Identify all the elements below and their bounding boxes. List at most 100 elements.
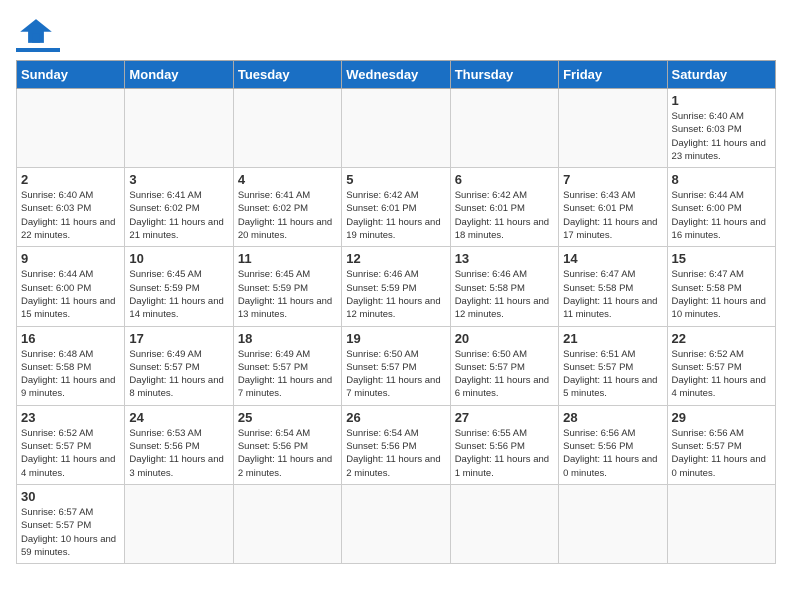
weekday-monday: Monday [125, 61, 233, 89]
day-cell: 10Sunrise: 6:45 AMSunset: 5:59 PMDayligh… [125, 247, 233, 326]
day-number: 29 [672, 410, 771, 425]
day-cell: 4Sunrise: 6:41 AMSunset: 6:02 PMDaylight… [233, 168, 341, 247]
empty-cell [450, 484, 558, 563]
day-info: Sunrise: 6:54 AMSunset: 5:56 PMDaylight:… [346, 427, 445, 480]
day-cell: 8 Sunrise: 6:44 AMSunset: 6:00 PMDaylight… [667, 168, 775, 247]
day-info: Sunrise: 6:41 AMSunset: 6:02 PMDaylight:… [129, 189, 228, 242]
day-number: 3 [129, 172, 228, 187]
day-cell: 14Sunrise: 6:47 AMSunset: 5:58 PMDayligh… [559, 247, 667, 326]
day-cell: 5 Sunrise: 6:42 AMSunset: 6:01 PMDaylight… [342, 168, 450, 247]
day-cell: 21 Sunrise: 6:51 AMSunset: 5:57 PMDayligh… [559, 326, 667, 405]
day-number: 7 [563, 172, 662, 187]
weekday-wednesday: Wednesday [342, 61, 450, 89]
day-info: Sunrise: 6:44 AMSunset: 6:00 PMDaylight:… [21, 268, 120, 321]
day-number: 9 [21, 251, 120, 266]
day-cell: 28 Sunrise: 6:56 AMSunset: 5:56 PMDayligh… [559, 405, 667, 484]
empty-cell [125, 484, 233, 563]
weekday-thursday: Thursday [450, 61, 558, 89]
day-number: 21 [563, 331, 662, 346]
weekday-header-row: SundayMondayTuesdayWednesdayThursdayFrid… [17, 61, 776, 89]
day-cell: 3 Sunrise: 6:41 AMSunset: 6:02 PMDaylight… [125, 168, 233, 247]
calendar-week-row: 2Sunrise: 6:40 AMSunset: 6:03 PMDaylight… [17, 168, 776, 247]
logo-bar [16, 48, 60, 52]
logo-icon [16, 16, 56, 46]
day-info: Sunrise: 6:45 AMSunset: 5:59 PMDaylight:… [238, 268, 337, 321]
day-number: 8 [672, 172, 771, 187]
day-info: Sunrise: 6:46 AMSunset: 5:58 PMDaylight:… [455, 268, 554, 321]
weekday-tuesday: Tuesday [233, 61, 341, 89]
calendar-week-row: 1Sunrise: 6:40 AMSunset: 6:03 PMDaylight… [17, 89, 776, 168]
day-cell: 16Sunrise: 6:48 AMSunset: 5:58 PMDayligh… [17, 326, 125, 405]
day-number: 20 [455, 331, 554, 346]
weekday-sunday: Sunday [17, 61, 125, 89]
day-number: 18 [238, 331, 337, 346]
empty-cell [450, 89, 558, 168]
day-info: Sunrise: 6:49 AMSunset: 5:57 PMDaylight:… [129, 348, 228, 401]
day-cell: 25Sunrise: 6:54 AMSunset: 5:56 PMDayligh… [233, 405, 341, 484]
day-info: Sunrise: 6:56 AMSunset: 5:56 PMDaylight:… [563, 427, 662, 480]
day-number: 23 [21, 410, 120, 425]
day-cell: 27Sunrise: 6:55 AMSunset: 5:56 PMDayligh… [450, 405, 558, 484]
day-number: 4 [238, 172, 337, 187]
empty-cell [125, 89, 233, 168]
empty-cell [559, 89, 667, 168]
day-info: Sunrise: 6:49 AMSunset: 5:57 PMDaylight:… [238, 348, 337, 401]
day-info: Sunrise: 6:46 AMSunset: 5:59 PMDaylight:… [346, 268, 445, 321]
day-number: 19 [346, 331, 445, 346]
day-info: Sunrise: 6:43 AMSunset: 6:01 PMDaylight:… [563, 189, 662, 242]
logo [16, 16, 60, 52]
empty-cell [342, 484, 450, 563]
calendar-week-row: 16Sunrise: 6:48 AMSunset: 5:58 PMDayligh… [17, 326, 776, 405]
weekday-friday: Friday [559, 61, 667, 89]
day-cell: 9 Sunrise: 6:44 AMSunset: 6:00 PMDaylight… [17, 247, 125, 326]
day-number: 28 [563, 410, 662, 425]
day-number: 26 [346, 410, 445, 425]
day-info: Sunrise: 6:45 AMSunset: 5:59 PMDaylight:… [129, 268, 228, 321]
calendar-week-row: 9 Sunrise: 6:44 AMSunset: 6:00 PMDaylight… [17, 247, 776, 326]
calendar-week-row: 23Sunrise: 6:52 AMSunset: 5:57 PMDayligh… [17, 405, 776, 484]
day-number: 2 [21, 172, 120, 187]
day-cell: 17 Sunrise: 6:49 AMSunset: 5:57 PMDayligh… [125, 326, 233, 405]
day-info: Sunrise: 6:44 AMSunset: 6:00 PMDaylight:… [672, 189, 771, 242]
day-number: 5 [346, 172, 445, 187]
day-number: 11 [238, 251, 337, 266]
calendar-week-row: 30 Sunrise: 6:57 AMSunset: 5:57 PMDayligh… [17, 484, 776, 563]
day-number: 22 [672, 331, 771, 346]
day-info: Sunrise: 6:50 AMSunset: 5:57 PMDaylight:… [346, 348, 445, 401]
day-cell: 18 Sunrise: 6:49 AMSunset: 5:57 PMDayligh… [233, 326, 341, 405]
day-cell: 24 Sunrise: 6:53 AMSunset: 5:56 PMDayligh… [125, 405, 233, 484]
day-cell: 13Sunrise: 6:46 AMSunset: 5:58 PMDayligh… [450, 247, 558, 326]
day-info: Sunrise: 6:53 AMSunset: 5:56 PMDaylight:… [129, 427, 228, 480]
day-cell: 26 Sunrise: 6:54 AMSunset: 5:56 PMDayligh… [342, 405, 450, 484]
day-number: 16 [21, 331, 120, 346]
day-number: 6 [455, 172, 554, 187]
day-cell: 12 Sunrise: 6:46 AMSunset: 5:59 PMDayligh… [342, 247, 450, 326]
day-info: Sunrise: 6:40 AMSunset: 6:03 PMDaylight:… [672, 110, 771, 163]
empty-cell [559, 484, 667, 563]
day-cell: 1Sunrise: 6:40 AMSunset: 6:03 PMDaylight… [667, 89, 775, 168]
day-info: Sunrise: 6:51 AMSunset: 5:57 PMDaylight:… [563, 348, 662, 401]
day-number: 30 [21, 489, 120, 504]
calendar-header [16, 16, 776, 52]
day-number: 24 [129, 410, 228, 425]
day-cell: 20Sunrise: 6:50 AMSunset: 5:57 PMDayligh… [450, 326, 558, 405]
day-info: Sunrise: 6:52 AMSunset: 5:57 PMDaylight:… [672, 348, 771, 401]
day-info: Sunrise: 6:42 AMSunset: 6:01 PMDaylight:… [455, 189, 554, 242]
day-info: Sunrise: 6:57 AMSunset: 5:57 PMDaylight:… [21, 506, 120, 559]
calendar-table: SundayMondayTuesdayWednesdayThursdayFrid… [16, 60, 776, 564]
day-info: Sunrise: 6:56 AMSunset: 5:57 PMDaylight:… [672, 427, 771, 480]
day-cell: 15Sunrise: 6:47 AMSunset: 5:58 PMDayligh… [667, 247, 775, 326]
day-info: Sunrise: 6:42 AMSunset: 6:01 PMDaylight:… [346, 189, 445, 242]
day-info: Sunrise: 6:47 AMSunset: 5:58 PMDaylight:… [672, 268, 771, 321]
empty-cell [233, 484, 341, 563]
weekday-saturday: Saturday [667, 61, 775, 89]
day-number: 12 [346, 251, 445, 266]
day-cell: 30 Sunrise: 6:57 AMSunset: 5:57 PMDayligh… [17, 484, 125, 563]
day-number: 17 [129, 331, 228, 346]
day-info: Sunrise: 6:55 AMSunset: 5:56 PMDaylight:… [455, 427, 554, 480]
day-number: 25 [238, 410, 337, 425]
day-cell: 29 Sunrise: 6:56 AMSunset: 5:57 PMDayligh… [667, 405, 775, 484]
day-info: Sunrise: 6:47 AMSunset: 5:58 PMDaylight:… [563, 268, 662, 321]
day-cell: 11 Sunrise: 6:45 AMSunset: 5:59 PMDayligh… [233, 247, 341, 326]
empty-cell [17, 89, 125, 168]
